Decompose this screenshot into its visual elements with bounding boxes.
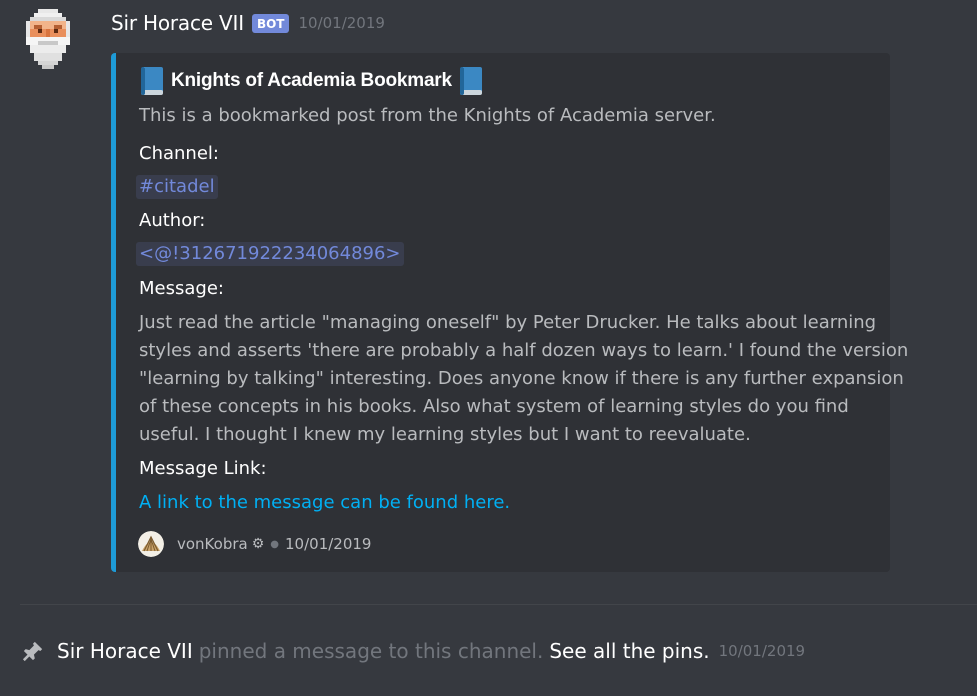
- pin-icon: [22, 641, 43, 662]
- system-timestamp: 10/01/2019: [718, 642, 806, 660]
- field-author-label: Author:: [139, 210, 206, 231]
- pin-system-message: Sir Horace VII pinned a message to this …: [22, 637, 805, 665]
- gear-icon: ⚙: [251, 536, 265, 552]
- blue-book-icon: [141, 67, 163, 95]
- see-all-pins-link[interactable]: See all the pins.: [549, 639, 709, 663]
- field-channel-label: Channel:: [139, 143, 219, 164]
- message-header: Sir Horace VII BOT 10/01/2019: [111, 9, 385, 37]
- bot-avatar[interactable]: [22, 8, 74, 70]
- blue-book-icon: [459, 67, 482, 95]
- embed-title-text: Knights of Academia Bookmark: [171, 70, 452, 91]
- message-text-line: "learning by talking" interesting. Does …: [139, 368, 904, 389]
- footer-author: vonKobra: [177, 535, 248, 553]
- footer-avatar: [138, 531, 164, 557]
- embed-title: Knights of Academia Bookmark: [138, 66, 485, 96]
- system-message-text: pinned a message to this channel.: [198, 639, 544, 663]
- channel-mention[interactable]: #citadel: [136, 175, 218, 199]
- message-text-line: useful. I thought I knew my learning sty…: [139, 424, 751, 445]
- user-mention[interactable]: <@!312671922234064896>: [136, 242, 404, 266]
- system-author-name[interactable]: Sir Horace VII: [57, 639, 193, 663]
- embed-footer: vonKobra ⚙ ● 10/01/2019: [138, 531, 371, 557]
- message-divider: [20, 604, 977, 605]
- message-timestamp: 10/01/2019: [298, 14, 385, 32]
- embed-description: This is a bookmarked post from the Knigh…: [139, 105, 716, 126]
- separator-dot: ●: [270, 538, 280, 550]
- message-text-line: Just read the article "managing oneself"…: [139, 312, 877, 333]
- bot-badge: BOT: [251, 13, 290, 33]
- message-text-line: of these concepts in his books. Also wha…: [139, 396, 849, 417]
- bookmark-embed: Knights of Academia Bookmark This is a b…: [111, 53, 909, 572]
- field-message-text: Just read the article "managing oneself"…: [139, 309, 909, 449]
- message-link[interactable]: A link to the message can be found here.: [139, 492, 510, 513]
- field-message-label: Message:: [139, 278, 224, 299]
- message-text-line: styles and asserts 'there are probably a…: [139, 340, 909, 361]
- field-link-label: Message Link:: [139, 458, 267, 479]
- footer-timestamp: 10/01/2019: [285, 535, 372, 553]
- author-name[interactable]: Sir Horace VII: [111, 11, 244, 35]
